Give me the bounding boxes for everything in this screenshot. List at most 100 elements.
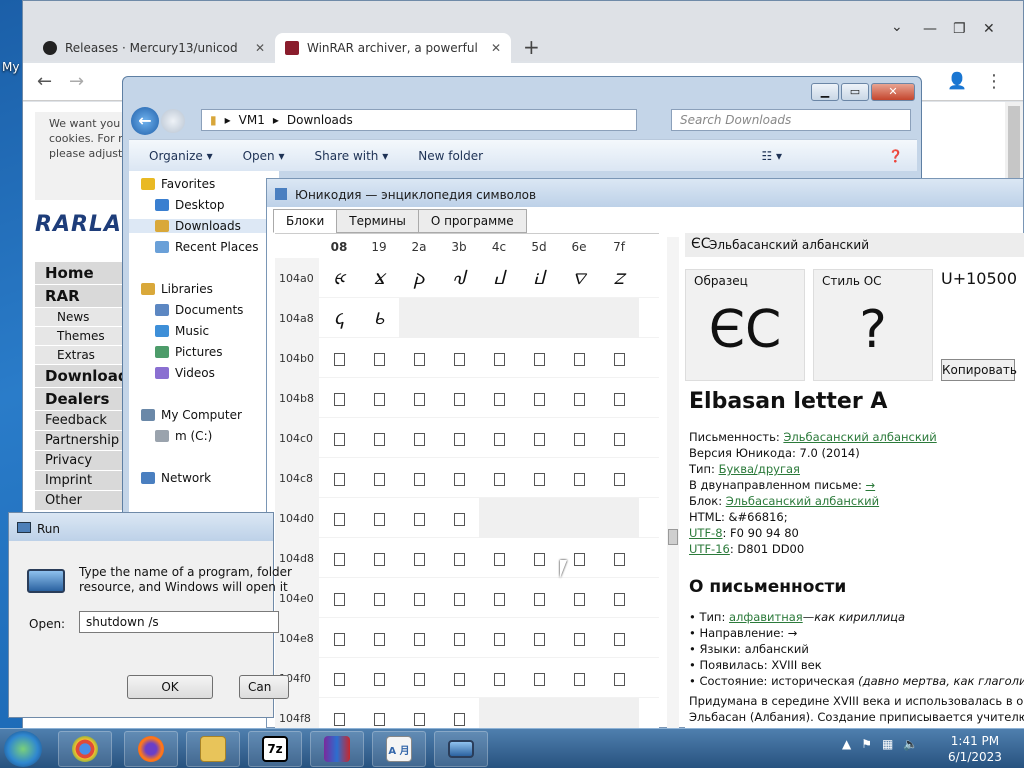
character-cell[interactable]	[599, 658, 639, 698]
search-input[interactable]: Search Downloads	[671, 109, 911, 131]
taskbar-firefox[interactable]	[124, 731, 178, 767]
site-menu-item[interactable]: Feedback	[35, 411, 123, 430]
site-menu-item[interactable]: Imprint	[35, 471, 123, 490]
taskbar-7zip[interactable]: 7z	[248, 731, 302, 767]
close-icon[interactable]: ✕	[871, 83, 915, 101]
share-with-button[interactable]: Share with ▾	[315, 149, 389, 163]
open-input[interactable]: shutdown /s	[79, 611, 279, 633]
character-cell[interactable]	[479, 538, 519, 578]
character-cell[interactable]	[519, 338, 559, 378]
bidi-link[interactable]: →	[866, 478, 876, 492]
character-cell[interactable]	[519, 578, 559, 618]
character-cell[interactable]	[599, 338, 639, 378]
character-cell[interactable]	[319, 658, 359, 698]
minimize-icon[interactable]: —	[923, 21, 937, 37]
character-cell[interactable]	[319, 498, 359, 538]
character-cell[interactable]	[319, 538, 359, 578]
back-button[interactable]: ←	[131, 107, 159, 135]
taskbar-explorer[interactable]	[186, 731, 240, 767]
nav-item[interactable]: Pictures	[155, 345, 223, 359]
start-button[interactable]	[4, 731, 42, 767]
new-folder-button[interactable]: New folder	[418, 149, 483, 163]
character-cell[interactable]	[599, 418, 639, 458]
character-cell[interactable]	[599, 618, 639, 658]
character-cell[interactable]	[399, 458, 439, 498]
taskbar-run[interactable]	[434, 731, 488, 767]
character-cell[interactable]	[399, 578, 439, 618]
back-arrow-icon[interactable]: ←	[37, 71, 52, 92]
tab-terms[interactable]: Термины	[336, 209, 419, 233]
character-cell[interactable]	[479, 458, 519, 498]
character-cell[interactable]	[359, 418, 399, 458]
character-cell[interactable]	[479, 338, 519, 378]
character-cell[interactable]	[599, 538, 639, 578]
address-bar[interactable]: ▮ ▸ VM1 ▸ Downloads	[201, 109, 637, 131]
character-cell[interactable]	[359, 498, 399, 538]
character-cell[interactable]	[559, 658, 599, 698]
network-icon[interactable]: ▦	[882, 737, 893, 751]
character-cell[interactable]	[439, 498, 479, 538]
character-cell[interactable]	[319, 338, 359, 378]
close-icon[interactable]: ✕	[983, 21, 995, 37]
character-cell[interactable]	[399, 418, 439, 458]
volume-icon[interactable]: 🔈	[903, 737, 918, 751]
nav-item[interactable]: Documents	[155, 303, 243, 317]
character-cell[interactable]	[479, 378, 519, 418]
character-cell[interactable]	[519, 378, 559, 418]
block-link[interactable]: Эльбасанский албанский	[726, 494, 879, 508]
character-cell[interactable]	[399, 338, 439, 378]
character-cell[interactable]	[479, 578, 519, 618]
character-cell[interactable]	[599, 378, 639, 418]
forward-arrow-icon[interactable]: →	[69, 71, 84, 92]
character-cell[interactable]	[559, 378, 599, 418]
rarlab-logo[interactable]: RARLA	[35, 212, 122, 237]
nav-item[interactable]: My Computer	[141, 408, 242, 422]
character-cell[interactable]	[359, 378, 399, 418]
site-menu-item[interactable]: News	[35, 308, 123, 326]
character-cell[interactable]	[519, 618, 559, 658]
character-cell[interactable]	[599, 578, 639, 618]
character-cell[interactable]	[439, 378, 479, 418]
tab-unicodia-releases[interactable]: Releases · Mercury13/unicodia · G ✕	[33, 33, 275, 63]
character-cell[interactable]	[519, 458, 559, 498]
character-cell[interactable]: 𐔇	[599, 258, 639, 298]
cancel-button[interactable]: Can	[239, 675, 289, 699]
scroll-thumb[interactable]	[668, 529, 678, 545]
character-cell[interactable]	[439, 338, 479, 378]
character-cell[interactable]	[359, 538, 399, 578]
character-cell[interactable]: 𐔆	[559, 258, 599, 298]
desktop-icon-label[interactable]: My	[2, 60, 19, 74]
profile-icon[interactable]: 👤	[947, 71, 967, 90]
tab-blocks[interactable]: Блоки	[273, 209, 338, 233]
character-cell[interactable]	[559, 458, 599, 498]
open-button[interactable]: Open ▾	[243, 149, 285, 163]
action-center-icon[interactable]: ⚑	[861, 737, 872, 751]
character-cell[interactable]	[479, 418, 519, 458]
character-cell[interactable]	[319, 578, 359, 618]
character-cell[interactable]	[519, 658, 559, 698]
utf16-link[interactable]: UTF-16	[689, 542, 730, 556]
character-cell[interactable]	[439, 538, 479, 578]
site-menu-item[interactable]: Dealers	[35, 388, 123, 410]
character-cell[interactable]: 𐔃	[439, 258, 479, 298]
nav-item[interactable]: m (C:)	[155, 429, 212, 443]
restore-icon[interactable]: ❐	[953, 21, 966, 37]
character-cell[interactable]	[399, 538, 439, 578]
character-cell[interactable]	[439, 418, 479, 458]
breadcrumb-downloads[interactable]: Downloads	[287, 113, 353, 127]
character-cell[interactable]	[359, 458, 399, 498]
character-cell[interactable]	[319, 418, 359, 458]
character-cell[interactable]: 𐔉	[359, 298, 399, 338]
site-menu-item[interactable]: Downloads	[35, 365, 138, 387]
utf8-link[interactable]: UTF-8	[689, 526, 723, 540]
character-cell[interactable]	[479, 658, 519, 698]
taskbar-winrar[interactable]	[310, 731, 364, 767]
clock[interactable]: 1:41 PM 6/1/2023	[948, 733, 1002, 765]
character-cell[interactable]	[559, 338, 599, 378]
character-cell[interactable]	[559, 618, 599, 658]
character-cell[interactable]	[439, 458, 479, 498]
nav-item[interactable]: Desktop	[155, 198, 225, 212]
taskbar-chrome[interactable]	[58, 731, 112, 767]
character-cell[interactable]	[319, 458, 359, 498]
view-options-icon[interactable]: ☷ ▾	[761, 149, 782, 163]
